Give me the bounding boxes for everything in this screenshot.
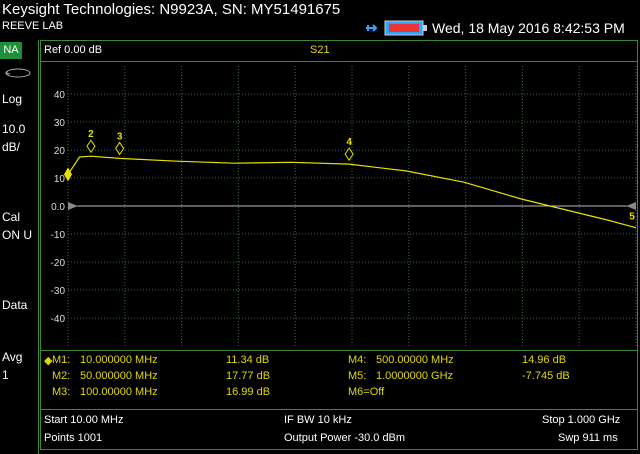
reference-arrow-icon — [68, 202, 78, 210]
marker-table: ◆ M1: 10.000000 MHz 11.34 dB M2: 50.0000… — [44, 354, 634, 402]
format-label[interactable]: Log — [2, 92, 22, 106]
sweep-time[interactable]: Swp 911 ms — [558, 432, 618, 444]
start-frequency[interactable]: Start 10.00 MHz — [44, 414, 123, 426]
usb-icon — [364, 21, 378, 35]
sweep-indicator-icon — [4, 66, 32, 78]
y-tick-label: -20 — [51, 258, 66, 269]
marker-m6-label[interactable]: M6=Off — [348, 386, 384, 398]
marker-diamond-icon — [344, 147, 354, 162]
marker-m2-value: 17.77 dB — [226, 370, 271, 382]
lab-name: REEVE LAB — [2, 20, 64, 32]
marker-m2-label[interactable]: M2: — [52, 370, 70, 382]
s21-plot[interactable]: 40 30 20 10 0.0 -10 -20 -30 -40 2 3 4 5 — [40, 62, 638, 350]
data-label[interactable]: Data — [2, 298, 27, 312]
scale-unit: dB/ — [2, 140, 21, 154]
marker-label: 4 — [346, 137, 352, 148]
marker-m4-label[interactable]: M4: — [348, 354, 366, 366]
datetime: Wed, 18 May 2016 8:42:53 PM — [432, 20, 625, 36]
marker-m5-freq[interactable]: 1.0000000 GHz — [376, 370, 453, 382]
marker-label: 5 — [629, 212, 635, 223]
cal-label[interactable]: Cal — [2, 210, 20, 224]
marker-diamond-icon — [115, 141, 125, 156]
marker-m5-label[interactable]: M5: — [348, 370, 366, 382]
marker-m2-freq[interactable]: 50.000000 MHz — [80, 370, 158, 382]
marker-table-top-border — [40, 350, 638, 351]
ref-level[interactable]: Ref 0.00 dB — [44, 44, 102, 56]
marker-label: 2 — [88, 129, 94, 140]
battery-icon — [384, 20, 428, 36]
trace-name[interactable]: S21 — [310, 44, 330, 56]
y-tick-label: 40 — [54, 90, 66, 101]
stop-frequency[interactable]: Stop 1.000 GHz — [542, 414, 620, 426]
avg-count: 1 — [2, 368, 9, 382]
window-title: Keysight Technologies: N9923A, SN: MY514… — [2, 1, 341, 18]
reference-arrow-icon — [626, 202, 636, 210]
marker-m4-value: 14.96 dB — [522, 354, 567, 366]
y-tick-label: -10 — [51, 230, 66, 241]
marker-diamond-icon — [86, 139, 96, 154]
y-tick-label: -40 — [51, 314, 66, 325]
marker-m1-freq[interactable]: 10.000000 MHz — [80, 354, 158, 366]
marker-m3-freq[interactable]: 100.00000 MHz — [80, 386, 158, 398]
scale-value[interactable]: 10.0 — [2, 122, 25, 136]
output-power[interactable]: Output Power -30.0 dBm — [284, 432, 405, 444]
y-tick-label: 0.0 — [51, 202, 65, 213]
y-tick-label: 30 — [54, 118, 66, 129]
avg-label[interactable]: Avg — [2, 350, 22, 364]
y-tick-labels: 40 30 20 10 0.0 -10 -20 -30 -40 — [51, 90, 66, 325]
marker-symbols: 2 3 4 5 — [64, 129, 635, 223]
footer-top-border — [40, 409, 638, 410]
y-tick-label: 10 — [54, 174, 66, 185]
marker-m1-value: 11.34 dB — [226, 354, 270, 366]
mode-badge[interactable]: NA — [0, 42, 22, 59]
cal-state: ON U — [2, 228, 32, 242]
marker-m3-value: 16.99 dB — [226, 386, 271, 398]
y-tick-label: -30 — [51, 286, 66, 297]
marker-m3-label[interactable]: M3: — [52, 386, 70, 398]
marker-m1-label[interactable]: M1: — [52, 354, 70, 366]
trace-header — [40, 40, 638, 62]
y-tick-label: 20 — [54, 146, 66, 157]
points-count[interactable]: Points 1001 — [44, 432, 102, 444]
if-bandwidth[interactable]: IF BW 10 kHz — [284, 414, 352, 426]
marker-m4-freq[interactable]: 500.00000 MHz — [376, 354, 454, 366]
marker-m5-value: -7.745 dB — [522, 370, 570, 382]
marker-label: 3 — [117, 131, 123, 142]
